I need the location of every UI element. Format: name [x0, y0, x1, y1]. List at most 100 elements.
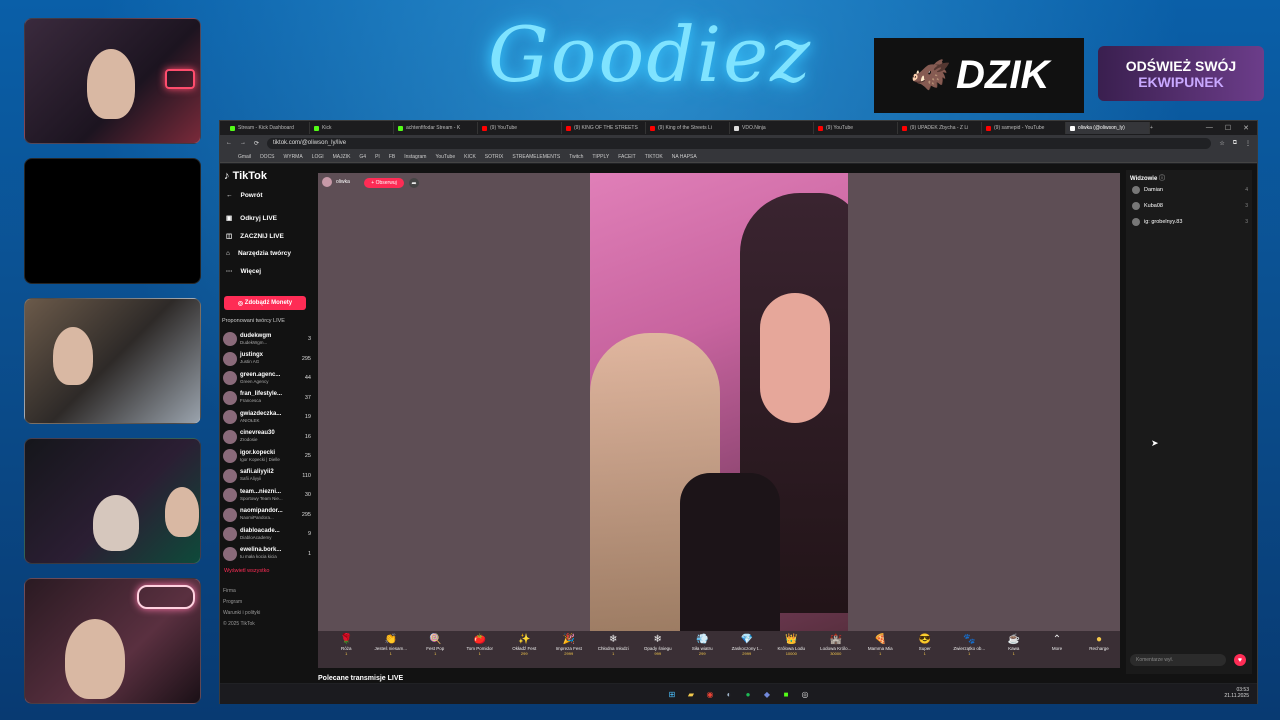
- start-live-link[interactable]: ◫ ZACZNIJ LIVE: [226, 232, 284, 241]
- gift-item[interactable]: 🎉 Impreza Fest 2999: [547, 631, 592, 656]
- gift-item[interactable]: 🐾 Zwierzątko ob... 1: [947, 631, 992, 656]
- close-icon[interactable]: ✕: [1243, 124, 1249, 132]
- bookmark-item[interactable]: Twitch: [569, 154, 583, 160]
- browser-tab[interactable]: Stream - Kick Dashboard: [226, 122, 310, 134]
- bookmark-item[interactable]: TIPPLY: [592, 154, 609, 160]
- suggested-creator[interactable]: team...niezni... Sportowy Team Nie... 30: [223, 486, 311, 504]
- bookmark-item[interactable]: PI: [375, 154, 380, 160]
- suggested-creator[interactable]: ewelina.bork... tu mała kocia kicia 1: [223, 545, 311, 563]
- suggested-creator[interactable]: naomipandor... NaomiPandora... 295: [223, 506, 311, 524]
- suggested-creator[interactable]: green.agenc... Green Agency 44: [223, 369, 311, 387]
- discord-icon[interactable]: ◆: [762, 689, 773, 700]
- url-field[interactable]: tiktok.com/@oliwson_ly/live: [267, 137, 1212, 149]
- more-link[interactable]: ··· Więcej: [226, 268, 261, 275]
- bookmark-item[interactable]: TIKTOK: [645, 154, 663, 160]
- bookmark-item[interactable]: KICK: [464, 154, 476, 160]
- gift-item[interactable]: 🌹 Róża 1: [324, 631, 369, 656]
- gift-item[interactable]: 🏰 Lodowa Królo... 30000: [814, 631, 859, 656]
- suggested-creator[interactable]: justingx Justin AG 295: [223, 350, 311, 368]
- bookmark-item[interactable]: Instagram: [404, 154, 426, 160]
- spotify-icon[interactable]: ●: [743, 689, 754, 700]
- show-all-link[interactable]: Wyświetl wszystko: [224, 568, 269, 574]
- gift-item[interactable]: 🍕 Mamma Mia 1: [858, 631, 903, 656]
- browser-tab[interactable]: (9) YouTube: [814, 122, 898, 134]
- back-link[interactable]: ← Powrót: [226, 192, 263, 199]
- more-gifts-button[interactable]: ⌃ More: [1036, 631, 1078, 651]
- gift-item[interactable]: 🍅 Tom Pomidor 1: [458, 631, 503, 656]
- browser-tab[interactable]: achtenfifodar Stream - K: [394, 122, 478, 134]
- gift-item[interactable]: 👑 Królowa Lodu 10000: [769, 631, 814, 656]
- suggested-creator[interactable]: fran_lifestyle... Francesca 37: [223, 389, 311, 407]
- gift-item[interactable]: 💎 Zaskoczony t... 2999: [725, 631, 770, 656]
- get-coins-button[interactable]: ◎ Zdobądź Monety: [224, 296, 306, 310]
- footer-link[interactable]: Warunki i polityki: [223, 610, 260, 616]
- kick-icon[interactable]: ■: [781, 689, 792, 700]
- suggested-creator[interactable]: gwiazdeczka... ANIOŁEK 19: [223, 408, 311, 426]
- gift-item[interactable]: ✨ Okładź Fest 299: [502, 631, 547, 656]
- chrome-icon[interactable]: ◉: [705, 689, 716, 700]
- windows-start-icon[interactable]: ⊞: [667, 689, 678, 700]
- suggested-creator[interactable]: dudekwgm DudekWgm... 3: [223, 330, 311, 348]
- file-explorer-icon[interactable]: ▰: [686, 689, 697, 700]
- reload-icon[interactable]: ⟳: [254, 140, 259, 147]
- bookmark-item[interactable]: YouTube: [435, 154, 455, 160]
- gift-item[interactable]: 🍭 Fest Pop 1: [413, 631, 458, 656]
- viewer-row[interactable]: ig: grobelnyy.83 3: [1132, 218, 1248, 226]
- gift-item[interactable]: ❄ Chłodna młodzi 1: [591, 631, 636, 656]
- browser-tab[interactable]: (9) King of the Streets Li: [646, 122, 730, 134]
- forward-arrow-icon[interactable]: →: [240, 140, 246, 146]
- tiktok-logo[interactable]: ♪ TikTok: [224, 170, 267, 182]
- footer-link[interactable]: Firma: [223, 588, 236, 594]
- menu-icon[interactable]: ⋮: [1245, 140, 1251, 147]
- creator-name: igor.kopecki: [240, 449, 276, 456]
- minimize-icon[interactable]: —: [1206, 124, 1213, 132]
- live-video[interactable]: [590, 173, 848, 631]
- bookmark-item[interactable]: NA HAPSA: [672, 154, 697, 160]
- bookmark-item[interactable]: STREAMELEMENTS: [512, 154, 560, 160]
- new-tab-button[interactable]: +: [1150, 125, 1153, 131]
- bookmark-item[interactable]: SOTRIX: [485, 154, 504, 160]
- maximize-icon[interactable]: ☐: [1225, 124, 1231, 132]
- creator-tools-link[interactable]: ⌂ Narzędzia twórcy: [226, 250, 291, 257]
- bookmark-item[interactable]: DOCS: [260, 154, 274, 160]
- star-icon[interactable]: ☆: [1219, 140, 1224, 147]
- share-icon[interactable]: ➦: [409, 178, 419, 188]
- browser-tab[interactable]: VDO.Ninja: [730, 122, 814, 134]
- browser-tab[interactable]: (9) YouTube: [478, 122, 562, 134]
- bookmark-item[interactable]: FB: [389, 154, 395, 160]
- bookmark-item[interactable]: MAJZIK: [333, 154, 351, 160]
- suggested-creator[interactable]: cinevreau30 Zrodosie 16: [223, 428, 311, 446]
- gift-item[interactable]: 👏 Jesteś niesam... 1: [369, 631, 414, 656]
- browser-tab[interactable]: (9) KING OF THE STREETS: [562, 122, 646, 134]
- comment-input[interactable]: Komentarze wył.: [1130, 654, 1226, 666]
- browser-tab[interactable]: (9) UPADEK Zbycha - Z Li: [898, 122, 982, 134]
- streamer-info[interactable]: oliwka: [322, 177, 350, 187]
- gift-item[interactable]: ☕ Kawa 1: [992, 631, 1037, 656]
- bookmark-item[interactable]: WYRMA: [284, 154, 303, 160]
- gift-item[interactable]: 💨 Siła wiatru 299: [680, 631, 725, 656]
- follow-button[interactable]: + Obserwuj: [364, 178, 404, 188]
- browser-tab[interactable]: Kick: [310, 122, 394, 134]
- steam-icon[interactable]: ◐: [724, 689, 735, 700]
- bookmark-item[interactable]: FACEIT: [618, 154, 636, 160]
- gift-icon: 💎: [740, 634, 753, 645]
- suggested-creator[interactable]: igor.kopecki Igor Kopecki | Dielle 25: [223, 447, 311, 465]
- suggested-creator[interactable]: safii.aliyyii2 Safii Aliyyii 110: [223, 467, 311, 485]
- recharge-button[interactable]: ● Recharge: [1078, 631, 1120, 651]
- viewer-row[interactable]: Kuba08 3: [1132, 202, 1248, 210]
- extensions-icon[interactable]: ⧉: [1233, 140, 1237, 147]
- bookmark-item[interactable]: G4: [359, 154, 366, 160]
- gift-item[interactable]: 😎 Super 1: [903, 631, 948, 656]
- browser-tab[interactable]: oliwka (@oliwson_ly): [1066, 122, 1150, 134]
- discover-live-link[interactable]: ▣ Odkryj LIVE: [226, 214, 277, 223]
- browser-tab[interactable]: (9) samepid - YouTube: [982, 122, 1066, 134]
- back-arrow-icon[interactable]: ←: [226, 140, 232, 146]
- gift-item[interactable]: ❄ Opady śniegu 999: [636, 631, 681, 656]
- footer-link[interactable]: Program: [223, 599, 242, 605]
- suggested-creator[interactable]: diabloacade... DiabloAcademy 9: [223, 525, 311, 543]
- obs-icon[interactable]: ◎: [800, 689, 811, 700]
- bookmark-item[interactable]: LOGI: [312, 154, 324, 160]
- heart-icon[interactable]: ♥: [1234, 654, 1246, 666]
- bookmark-item[interactable]: Gmail: [238, 154, 251, 160]
- viewer-row[interactable]: Damian 4: [1132, 186, 1248, 194]
